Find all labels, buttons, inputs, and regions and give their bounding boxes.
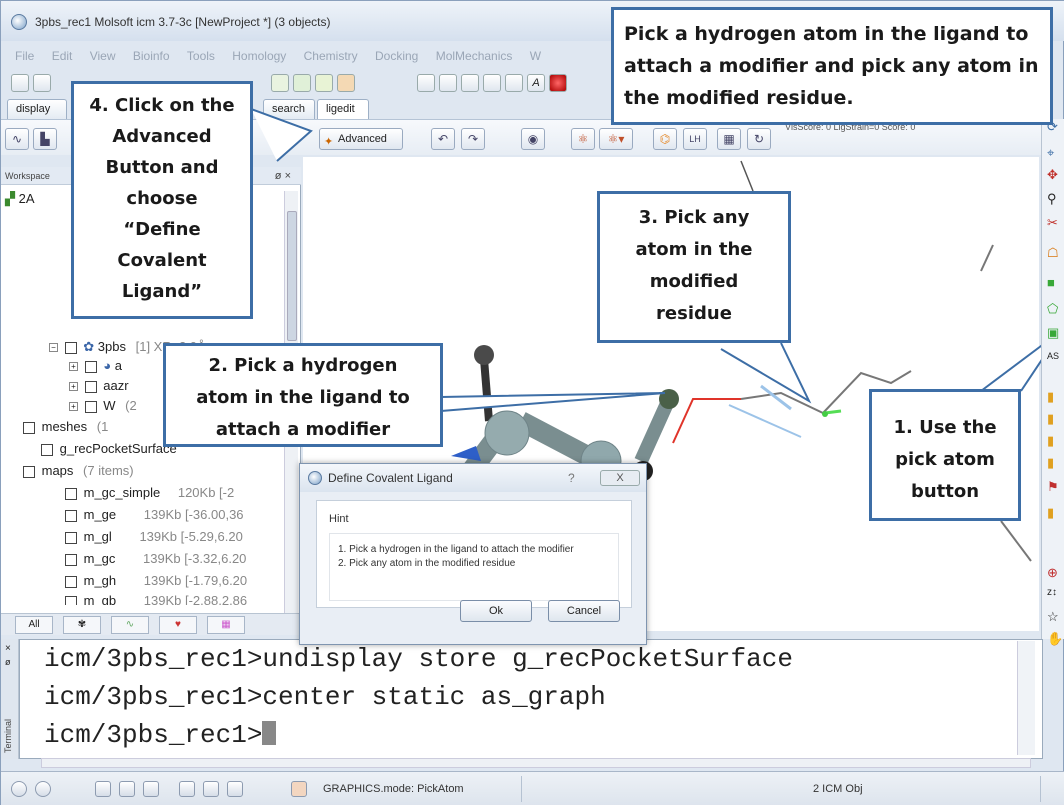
status-bar: GRAPHICS.mode: PickAtom 2 ICM Obj — [1, 771, 1064, 805]
selected-atom — [822, 411, 828, 417]
hint-content: 1. Pick a hydrogen in the ligand to atta… — [329, 533, 619, 601]
atom-dark — [474, 345, 494, 365]
status-divider — [521, 776, 1041, 802]
box-icon[interactable]: ■ — [1047, 275, 1055, 290]
star-icon[interactable]: ☆ — [1047, 609, 1059, 625]
label-icon[interactable]: ▮ — [1047, 411, 1054, 427]
callout-line: 2. Pick a hydrogen — [208, 355, 398, 376]
callout-line: atom in the — [635, 239, 753, 260]
terminal-scrollbar[interactable] — [1017, 641, 1035, 755]
callout-step3: 3. Pick any atom in the modified residue — [597, 191, 791, 343]
callout-step2: 2. Pick a hydrogen atom in the ligand to… — [163, 343, 443, 447]
graphics-mode-text: GRAPHICS.mode: PickAtom — [323, 783, 464, 795]
hint-line: 1. Pick a hydrogen in the ligand to atta… — [338, 544, 574, 555]
measure-icon[interactable]: ⊕ — [1047, 565, 1058, 581]
callout-line: “Define — [123, 219, 201, 240]
callout-line: Button and — [105, 157, 219, 178]
text-cursor — [262, 721, 277, 745]
app-window: 3pbs_rec1 Molsoft icm 3.7-3c [NewProject… — [0, 0, 1064, 805]
right-toolbar: ⟳ ⌖ ✥ ⚲ ✂ ☖ ■ ⬠ ▣ AS ▮ ▮ ▮ ▮ ⚑ ▮ ⊕ z↕ ☆ … — [1041, 119, 1064, 646]
record-icon[interactable] — [35, 781, 51, 797]
stop-icon[interactable] — [11, 781, 27, 797]
close-icon[interactable]: × — [5, 643, 11, 654]
stereo-icon[interactable] — [227, 781, 243, 797]
callout-summary: Pick a hydrogen atom in the ligand to at… — [611, 7, 1053, 125]
atom-carbon — [484, 410, 530, 456]
callout-line: attach a modifier — [215, 419, 391, 440]
callout-line: pick atom — [895, 449, 995, 470]
flag-icon[interactable]: ⚑ — [1047, 479, 1059, 495]
gear-icon[interactable] — [179, 781, 195, 797]
terminal-horizontal-scrollbar[interactable] — [41, 758, 1031, 768]
zoom-icon[interactable]: ⚲ — [1047, 191, 1057, 207]
callout-line: Advanced — [112, 126, 212, 147]
bond-blue — [760, 384, 792, 411]
callout-line: 3. Pick any — [638, 207, 750, 228]
terminal-line: icm/3pbs_rec1>center static as_graph — [44, 682, 606, 712]
object-count: 2 ICM Obj — [813, 783, 863, 795]
callout-line: button — [910, 481, 980, 502]
label-icon[interactable]: ▮ — [1047, 389, 1054, 405]
terminal-line: icm/3pbs_rec1>undisplay store g_recPocke… — [44, 644, 793, 674]
callout-line: Ligand” — [121, 281, 203, 302]
callout-line: Covalent — [117, 250, 207, 271]
label-icon[interactable]: ▮ — [1047, 505, 1054, 521]
hint-line: 2. Pick any atom in the modified residue — [338, 558, 516, 569]
hint-box: Hint 1. Pick a hydrogen in the ligand to… — [316, 500, 632, 608]
workspace-toggle-icon[interactable] — [95, 781, 111, 797]
callout-line: Pick a hydrogen atom in the ligand to — [624, 23, 1029, 45]
label-icon[interactable]: ▮ — [1047, 455, 1054, 471]
move-icon[interactable]: ✥ — [1047, 167, 1058, 183]
cancel-button[interactable]: Cancel — [548, 600, 620, 622]
window-toggle-icon[interactable] — [119, 781, 135, 797]
close-button[interactable]: X — [600, 470, 640, 486]
help-button[interactable]: ? — [568, 464, 575, 492]
shape-icon[interactable]: ⬠ — [1047, 301, 1058, 317]
terminal-label: Terminal — [3, 719, 13, 754]
dialog-title-bar: Define Covalent Ligand ? X — [300, 464, 646, 492]
table-toggle-icon[interactable] — [143, 781, 159, 797]
label-icon[interactable]: ▮ — [1047, 433, 1054, 449]
callout-line: residue — [656, 303, 732, 324]
camera-icon[interactable] — [203, 781, 219, 797]
atom-green — [659, 389, 679, 409]
callout-line: 4. Click on the — [89, 95, 235, 116]
hint-label: Hint — [329, 513, 349, 525]
callout-line: choose — [126, 188, 198, 209]
terminal-sidebar: × ø Terminal — [1, 639, 19, 759]
callout-line: modified — [649, 271, 739, 292]
dialog-title: Define Covalent Ligand — [328, 471, 453, 485]
clip-icon[interactable]: ✂ — [1047, 215, 1058, 231]
as-icon[interactable]: AS — [1047, 351, 1059, 361]
app-logo-icon — [308, 471, 322, 485]
terminal-panel[interactable]: icm/3pbs_rec1>undisplay store g_recPocke… — [19, 639, 1043, 759]
callout-line: atom in the ligand to — [196, 387, 410, 408]
prompt-text: icm/3pbs_rec1> — [44, 720, 263, 750]
terminal-prompt[interactable]: icm/3pbs_rec1> — [44, 720, 277, 750]
float-icon[interactable]: ø — [5, 657, 11, 667]
zoom-level-icon[interactable]: z↕ — [1047, 587, 1057, 598]
ok-button[interactable]: Ok — [460, 600, 532, 622]
callout-line: attach a modifier and pick any atom in — [624, 55, 1039, 77]
pick-atom-icon[interactable]: ▣ — [1047, 325, 1059, 341]
callout-step1: 1. Use the pick atom button — [869, 389, 1021, 521]
callout-step4: 4. Click on the Advanced Button and choo… — [71, 81, 253, 319]
callout-line: the modified residue. — [624, 87, 854, 109]
hand-icon[interactable]: ✋ — [1047, 631, 1063, 647]
graphics-mode-icon — [291, 781, 307, 797]
surface-icon[interactable]: ☖ — [1047, 245, 1059, 261]
callout-line: 1. Use the — [893, 417, 997, 438]
define-covalent-ligand-dialog: Define Covalent Ligand ? X Hint 1. Pick … — [299, 463, 647, 645]
pick-icon[interactable]: ⌖ — [1047, 145, 1054, 161]
